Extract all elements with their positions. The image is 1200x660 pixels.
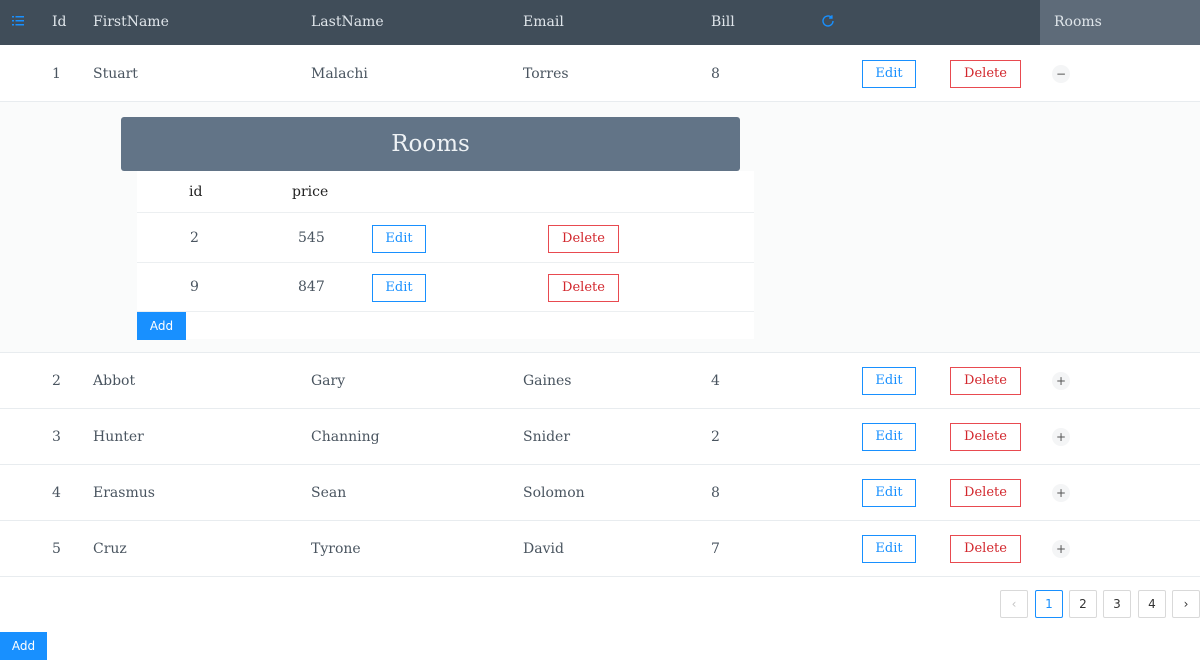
edit-button[interactable]: Edit (862, 535, 916, 563)
header-email: Email (523, 14, 564, 30)
cell-firstname: Erasmus (93, 485, 155, 501)
table-row: 4 Erasmus Sean Solomon 8 Edit Delete + (0, 465, 1200, 521)
cell-id: 3 (52, 429, 61, 445)
prev-page-button[interactable]: ‹ (1000, 590, 1028, 618)
cell-id: 1 (52, 66, 61, 82)
cell-lastname: Gary (311, 373, 346, 389)
sub-header-id: id (189, 184, 203, 200)
delete-button[interactable]: Delete (950, 423, 1021, 451)
header-rooms: Rooms (1054, 14, 1102, 30)
room-delete-button[interactable]: Delete (548, 225, 619, 253)
header-bill: Bill (711, 14, 735, 30)
edit-button[interactable]: Edit (862, 60, 916, 88)
expand-rooms-button[interactable]: + (1052, 372, 1070, 390)
expand-rooms-button[interactable]: + (1052, 484, 1070, 502)
cell-bill: 8 (711, 485, 720, 501)
expand-rooms-button[interactable]: + (1052, 428, 1070, 446)
reload-icon[interactable] (821, 14, 835, 28)
cell-lastname: Channing (311, 429, 380, 445)
edit-button[interactable]: Edit (862, 423, 916, 451)
collapse-rooms-button[interactable]: − (1052, 65, 1070, 83)
page-2-button[interactable]: 2 (1069, 590, 1097, 618)
cell-id: 4 (52, 485, 61, 501)
cell-firstname: Hunter (93, 429, 144, 445)
room-edit-button[interactable]: Edit (372, 225, 426, 253)
cell-bill: 8 (711, 66, 720, 82)
cell-bill: 7 (711, 541, 720, 557)
rooms-subtable: id price 2 545 Edit Delete 9 847 Edit De… (137, 171, 754, 340)
room-cell-price: 847 (298, 279, 325, 295)
cell-email: Torres (523, 66, 569, 82)
table-row: 3 Hunter Channing Snider 2 Edit Delete + (0, 409, 1200, 465)
cell-id: 5 (52, 541, 61, 557)
cell-email: Snider (523, 429, 571, 445)
expand-rooms-button[interactable]: + (1052, 540, 1070, 558)
table-row: 5 Cruz Tyrone David 7 Edit Delete + (0, 521, 1200, 577)
add-customer-button[interactable]: Add (0, 632, 47, 660)
header-lastname: LastName (311, 14, 384, 30)
room-cell-id: 9 (190, 279, 199, 295)
cell-lastname: Sean (311, 485, 347, 501)
room-row: 2 545 Edit Delete (137, 214, 754, 263)
edit-button[interactable]: Edit (862, 479, 916, 507)
table-header: Id FirstName LastName Email Bill Rooms (0, 0, 1200, 45)
add-room-button[interactable]: Add (137, 312, 186, 340)
page-4-button[interactable]: 4 (1138, 590, 1166, 618)
rooms-panel-title: Rooms (121, 117, 740, 171)
cell-lastname: Tyrone (311, 541, 361, 557)
room-row: 9 847 Edit Delete (137, 263, 754, 312)
header-id: Id (52, 14, 67, 30)
table-row: 1 Stuart Malachi Torres 8 Edit Delete − (0, 46, 1200, 102)
cell-bill: 2 (711, 429, 720, 445)
rooms-expanded-panel: Rooms id price 2 545 Edit Delete 9 847 E… (0, 102, 1200, 353)
cell-email: Gaines (523, 373, 572, 389)
delete-button[interactable]: Delete (950, 367, 1021, 395)
room-delete-button[interactable]: Delete (548, 274, 619, 302)
cell-firstname: Cruz (93, 541, 127, 557)
header-firstname: FirstName (93, 14, 169, 30)
column-menu-icon[interactable] (12, 15, 24, 27)
cell-lastname: Malachi (311, 66, 368, 82)
cell-email: Solomon (523, 485, 585, 501)
cell-firstname: Abbot (93, 373, 136, 389)
delete-button[interactable]: Delete (950, 60, 1021, 88)
delete-button[interactable]: Delete (950, 479, 1021, 507)
sub-header-price: price (292, 184, 329, 200)
room-cell-price: 545 (298, 230, 325, 246)
next-page-button[interactable]: › (1172, 590, 1200, 618)
cell-firstname: Stuart (93, 66, 138, 82)
room-edit-button[interactable]: Edit (372, 274, 426, 302)
page-3-button[interactable]: 3 (1103, 590, 1131, 618)
edit-button[interactable]: Edit (862, 367, 916, 395)
delete-button[interactable]: Delete (950, 535, 1021, 563)
rooms-subtable-header: id price (137, 171, 754, 213)
table-row: 2 Abbot Gary Gaines 4 Edit Delete + (0, 353, 1200, 409)
cell-email: David (523, 541, 564, 557)
room-cell-id: 2 (190, 230, 199, 246)
page-1-button[interactable]: 1 (1035, 590, 1063, 618)
cell-bill: 4 (711, 373, 720, 389)
cell-id: 2 (52, 373, 61, 389)
